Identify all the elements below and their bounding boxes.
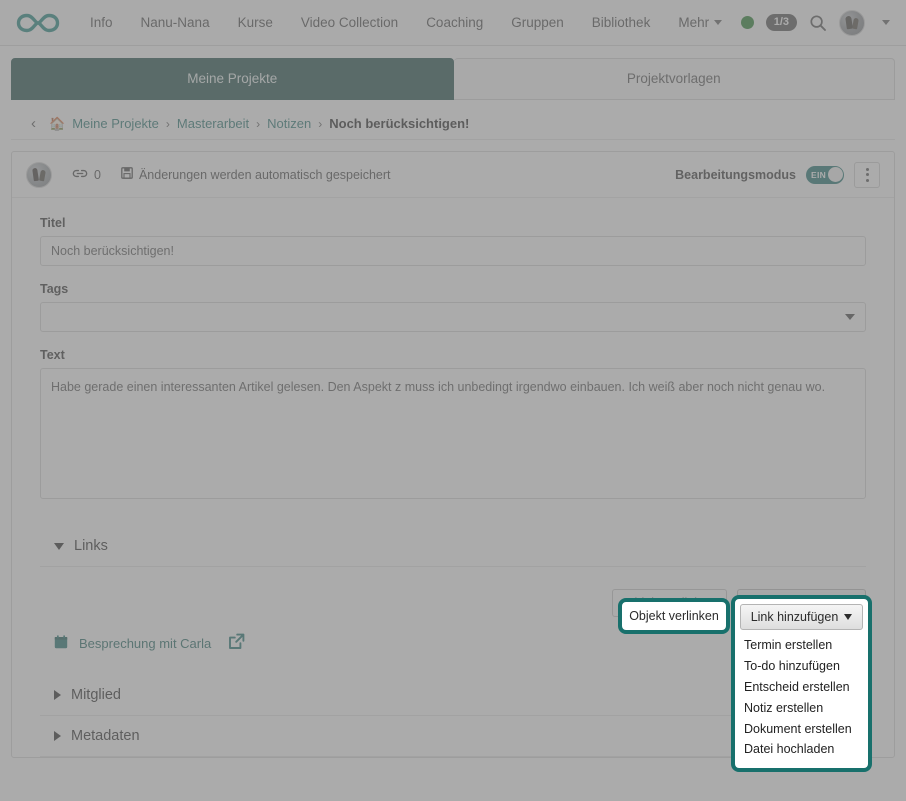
breadcrumb-separator: › bbox=[318, 117, 322, 131]
account-chevron-down-icon[interactable] bbox=[882, 20, 890, 25]
chevron-left-icon[interactable]: ‹ bbox=[31, 115, 36, 132]
note-owner-avatar[interactable] bbox=[26, 162, 52, 188]
nav-link-kurse[interactable]: Kurse bbox=[224, 0, 287, 46]
edit-mode-toggle[interactable]: EIN bbox=[806, 166, 844, 184]
status-dot-icon bbox=[741, 16, 754, 29]
link-object-button-highlighted[interactable]: Objekt verlinken bbox=[618, 598, 730, 634]
nav-right-cluster: 1/3 bbox=[741, 10, 892, 36]
menu-item-notiz-erstellen[interactable]: Notiz erstellen bbox=[741, 697, 864, 718]
breadcrumb-separator: › bbox=[256, 117, 260, 131]
progress-count-badge[interactable]: 1/3 bbox=[766, 14, 797, 31]
calendar-icon bbox=[54, 635, 68, 652]
nav-link-info[interactable]: Info bbox=[76, 0, 127, 46]
external-link-icon[interactable] bbox=[228, 633, 245, 653]
metadaten-section-title: Metadaten bbox=[71, 728, 140, 744]
breadcrumb-item-meine-projekte[interactable]: Meine Projekte bbox=[72, 116, 159, 131]
breadcrumb: ‹ 🏠 Meine Projekte › Masterarbeit › Noti… bbox=[11, 108, 895, 140]
menu-item-entscheid-erstellen[interactable]: Entscheid erstellen bbox=[741, 677, 864, 698]
top-navigation-bar: Info Nanu-Nana Kurse Video Collection Co… bbox=[0, 0, 906, 46]
autosave-status: Änderungen werden automatisch gespeicher… bbox=[121, 167, 391, 182]
floppy-disk-icon bbox=[121, 167, 133, 182]
search-icon[interactable] bbox=[809, 14, 827, 32]
breadcrumb-separator: › bbox=[166, 117, 170, 131]
app-window: Info Nanu-Nana Kurse Video Collection Co… bbox=[0, 0, 906, 801]
note-form: Titel Tags Text Habe gerade einen intere… bbox=[12, 198, 894, 526]
menu-item-datei-hochladen[interactable]: Datei hochladen bbox=[741, 739, 864, 760]
edit-mode-label: Bearbeitungsmodus bbox=[675, 168, 796, 182]
tags-select[interactable] bbox=[40, 302, 866, 332]
add-link-dropdown-trigger[interactable]: Link hinzufügen bbox=[740, 604, 863, 630]
tags-label: Tags bbox=[40, 282, 866, 296]
chevron-down-icon bbox=[845, 314, 855, 320]
tab-projektvorlagen[interactable]: Projektvorlagen bbox=[454, 58, 896, 100]
breadcrumb-item-notizen[interactable]: Notizen bbox=[267, 116, 311, 131]
toolbar-right-cluster: Bearbeitungsmodus EIN bbox=[675, 162, 880, 188]
chevron-down-icon bbox=[714, 20, 722, 25]
title-label: Titel bbox=[40, 216, 866, 230]
mitglied-section-title: Mitglied bbox=[71, 687, 121, 703]
add-link-trigger-label: Link hinzufügen bbox=[751, 610, 839, 624]
nav-link-mehr[interactable]: Mehr bbox=[664, 0, 736, 46]
linked-objects-count: 0 bbox=[94, 168, 101, 182]
text-textarea[interactable]: Habe gerade einen interessanten Artikel … bbox=[40, 368, 866, 499]
chain-link-icon bbox=[72, 167, 88, 183]
caret-down-icon bbox=[844, 614, 852, 620]
nav-link-bibliothek[interactable]: Bibliothek bbox=[578, 0, 665, 46]
menu-item-termin-erstellen[interactable]: Termin erstellen bbox=[741, 635, 864, 656]
text-label: Text bbox=[40, 348, 866, 362]
project-tabs: Meine Projekte Projektvorlagen bbox=[0, 46, 906, 100]
menu-item-dokument-erstellen[interactable]: Dokument erstellen bbox=[741, 718, 864, 739]
linked-objects-counter[interactable]: 0 bbox=[72, 167, 101, 183]
caret-right-icon bbox=[54, 731, 61, 741]
title-field-block: Titel bbox=[40, 216, 866, 266]
menu-item-todo-hinzufuegen[interactable]: To-do hinzufügen bbox=[741, 656, 864, 677]
note-toolbar: 0 Änderungen werden automatisch gespeich… bbox=[12, 152, 894, 198]
tab-meine-projekte[interactable]: Meine Projekte bbox=[11, 58, 454, 100]
home-icon[interactable]: 🏠 bbox=[49, 116, 65, 132]
more-vertical-icon[interactable] bbox=[854, 162, 880, 188]
nav-link-video-collection[interactable]: Video Collection bbox=[287, 0, 412, 46]
link-object-button-label: Objekt verlinken bbox=[629, 609, 719, 623]
linked-item-label[interactable]: Besprechung mit Carla bbox=[79, 636, 211, 651]
breadcrumb-item-current: Noch berücksichtigen! bbox=[329, 116, 469, 131]
infinity-logo-icon[interactable] bbox=[14, 9, 62, 37]
caret-right-icon bbox=[54, 690, 61, 700]
links-section-header[interactable]: Links bbox=[40, 526, 866, 567]
toggle-knob bbox=[828, 167, 843, 182]
title-input[interactable] bbox=[40, 236, 866, 266]
nav-link-gruppen[interactable]: Gruppen bbox=[497, 0, 578, 46]
add-link-menu: Termin erstellen To-do hinzufügen Entsch… bbox=[739, 633, 864, 760]
text-field-block: Text Habe gerade einen interessanten Art… bbox=[40, 348, 866, 504]
edit-mode-toggle-state: EIN bbox=[811, 170, 826, 180]
tags-field-block: Tags bbox=[40, 282, 866, 332]
nav-link-coaching[interactable]: Coaching bbox=[412, 0, 497, 46]
breadcrumb-item-masterarbeit[interactable]: Masterarbeit bbox=[177, 116, 249, 131]
autosave-text: Änderungen werden automatisch gespeicher… bbox=[139, 168, 391, 182]
links-section-title: Links bbox=[74, 538, 108, 554]
avatar[interactable] bbox=[839, 10, 865, 36]
nav-mehr-label: Mehr bbox=[678, 15, 709, 30]
add-link-dropdown-highlighted: Link hinzufügen Termin erstellen To-do h… bbox=[731, 595, 872, 772]
caret-down-icon bbox=[54, 543, 64, 550]
nav-link-nanu-nana[interactable]: Nanu-Nana bbox=[127, 0, 224, 46]
